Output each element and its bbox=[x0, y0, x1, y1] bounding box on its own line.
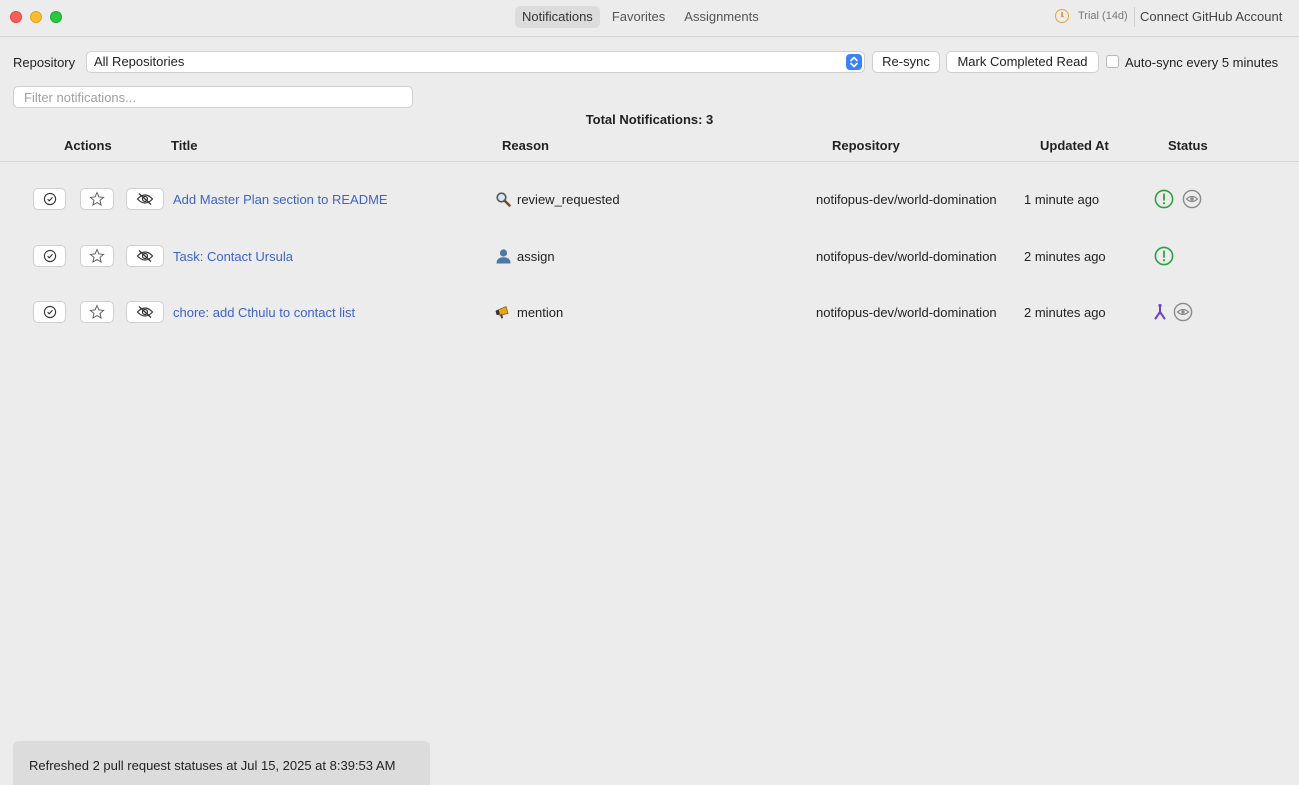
megaphone-icon bbox=[495, 305, 509, 319]
eye-slash-icon bbox=[136, 250, 154, 262]
view-tabs: Notifications Favorites Assignments bbox=[515, 6, 771, 28]
open-issue-icon bbox=[1154, 189, 1174, 209]
star-icon bbox=[89, 248, 105, 263]
person-icon bbox=[496, 249, 511, 264]
repository-cell: notifopus-dev/world-domination bbox=[816, 249, 997, 264]
favorite-button[interactable] bbox=[80, 188, 114, 210]
table-row[interactable]: Task: Contact Ursula assign notifopus-de… bbox=[0, 236, 1299, 276]
table-row[interactable]: Add Master Plan section to README review… bbox=[0, 179, 1299, 219]
mark-done-button[interactable] bbox=[33, 188, 66, 210]
chevron-updown-icon bbox=[846, 54, 862, 70]
tab-favorites[interactable]: Favorites bbox=[605, 6, 672, 28]
clock-icon bbox=[1055, 9, 1069, 23]
zoom-window-button[interactable] bbox=[50, 11, 62, 23]
minimize-window-button[interactable] bbox=[30, 11, 42, 23]
eye-icon bbox=[1173, 302, 1193, 322]
title-bar: Notifications Favorites Assignments Tria… bbox=[0, 0, 1299, 37]
hide-button[interactable] bbox=[126, 188, 164, 210]
tab-assignments[interactable]: Assignments bbox=[677, 6, 765, 28]
column-header-reason[interactable]: Reason bbox=[502, 138, 549, 153]
reason-label: review_requested bbox=[517, 192, 620, 207]
status-message: Refreshed 2 pull request statuses at Jul… bbox=[29, 758, 396, 773]
hide-button[interactable] bbox=[126, 301, 164, 323]
favorite-button[interactable] bbox=[80, 245, 114, 267]
column-header-title[interactable]: Title bbox=[171, 138, 198, 153]
open-issue-icon bbox=[1154, 246, 1174, 266]
repository-label: Repository bbox=[13, 55, 76, 70]
column-header-updated[interactable]: Updated At bbox=[1040, 138, 1109, 153]
mark-done-button[interactable] bbox=[33, 245, 66, 267]
table-row[interactable]: chore: add Cthulu to contact list mentio… bbox=[0, 292, 1299, 332]
app-window: Notifications Favorites Assignments Tria… bbox=[0, 0, 1299, 785]
notification-title-link[interactable]: chore: add Cthulu to contact list bbox=[173, 305, 355, 320]
eye-slash-icon bbox=[136, 306, 154, 318]
updated-at-cell: 1 minute ago bbox=[1024, 192, 1100, 207]
eye-icon bbox=[1182, 189, 1202, 209]
notification-title-link[interactable]: Task: Contact Ursula bbox=[173, 249, 293, 264]
tab-notifications[interactable]: Notifications bbox=[515, 6, 600, 28]
status-bar: Refreshed 2 pull request statuses at Jul… bbox=[13, 741, 430, 785]
titlebar-divider bbox=[1134, 7, 1135, 27]
hide-button[interactable] bbox=[126, 245, 164, 267]
filter-input[interactable] bbox=[13, 86, 413, 108]
merged-icon bbox=[1154, 303, 1166, 320]
checkmark-circle-icon bbox=[43, 305, 56, 319]
column-header-actions: Actions bbox=[64, 138, 112, 153]
trial-label: Trial (14d) bbox=[1078, 10, 1128, 22]
repository-select[interactable]: All Repositories bbox=[86, 51, 865, 73]
repository-cell: notifopus-dev/world-domination bbox=[816, 192, 997, 207]
updated-at-cell: 2 minutes ago bbox=[1024, 249, 1106, 264]
star-icon bbox=[89, 191, 105, 206]
table-header-divider bbox=[0, 161, 1299, 162]
resync-button[interactable]: Re-sync bbox=[872, 51, 940, 73]
total-notifications: Total Notifications: 3 bbox=[585, 112, 714, 127]
mark-completed-read-button[interactable]: Mark Completed Read bbox=[946, 51, 1099, 73]
repository-cell: notifopus-dev/world-domination bbox=[816, 305, 997, 320]
favorite-button[interactable] bbox=[80, 301, 114, 323]
autosync-label: Auto-sync every 5 minutes bbox=[1125, 55, 1279, 70]
checkmark-circle-icon bbox=[43, 192, 56, 206]
eye-slash-icon bbox=[136, 193, 154, 205]
mark-done-button[interactable] bbox=[33, 301, 66, 323]
autosync-checkbox[interactable] bbox=[1106, 55, 1119, 68]
updated-at-cell: 2 minutes ago bbox=[1024, 305, 1106, 320]
magnifier-icon bbox=[496, 192, 511, 207]
checkmark-circle-icon bbox=[43, 249, 56, 263]
column-header-status[interactable]: Status bbox=[1168, 138, 1208, 153]
column-header-repository[interactable]: Repository bbox=[832, 138, 900, 153]
reason-label: mention bbox=[517, 305, 564, 320]
star-icon bbox=[89, 304, 105, 319]
notification-title-link[interactable]: Add Master Plan section to README bbox=[173, 192, 388, 207]
reason-label: assign bbox=[517, 249, 555, 264]
close-window-button[interactable] bbox=[10, 11, 22, 23]
repository-select-value: All Repositories bbox=[94, 54, 185, 69]
connect-github-button[interactable]: Connect GitHub Account bbox=[1140, 9, 1282, 24]
